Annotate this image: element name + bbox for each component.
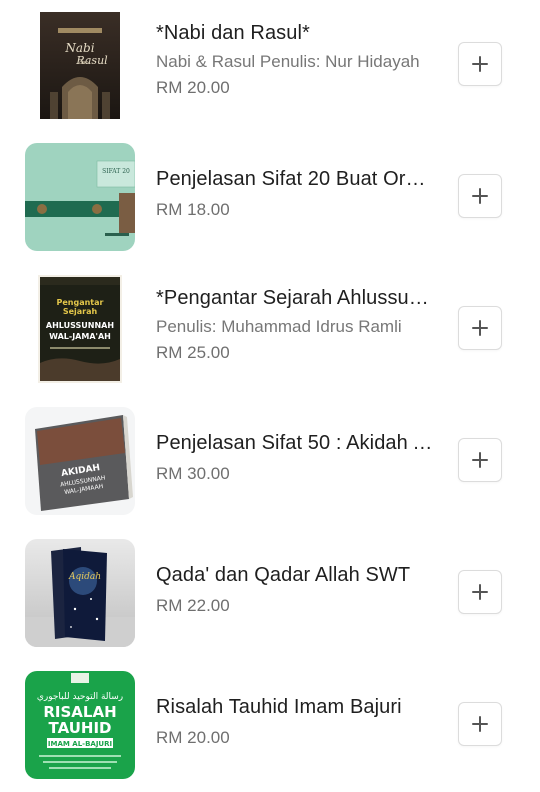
plus-icon bbox=[472, 56, 488, 72]
svg-text:WAL-JAMA'AH: WAL-JAMA'AH bbox=[49, 332, 111, 341]
add-to-cart-button[interactable] bbox=[458, 174, 502, 218]
product-info: Penjelasan Sifat 20 Buat Orang Awam RM 1… bbox=[156, 167, 436, 221]
product-price: RM 18.00 bbox=[156, 200, 230, 219]
product-thumbnail[interactable]: Pengantar Sejarah AHLUSSUNNAH WAL-JAMA'A… bbox=[38, 275, 122, 383]
product-thumbnail[interactable]: SIFAT 20 bbox=[25, 143, 135, 251]
svg-text:Rasul: Rasul bbox=[75, 54, 108, 67]
product-price: RM 25.00 bbox=[156, 343, 230, 362]
product-subtitle: Nabi & Rasul Penulis: Nur Hidayah bbox=[156, 52, 420, 71]
add-to-cart-button[interactable] bbox=[458, 42, 502, 86]
book-cover-qada-dan-qadar: Aqidah bbox=[25, 539, 135, 647]
book-cover-risalah-tauhid: رسالة التوحيد للباجوري RISALAH TAUHID IM… bbox=[25, 671, 135, 779]
book-cover-nabi-dan-rasul: Nabi dan Rasul bbox=[40, 12, 120, 119]
add-to-cart-button[interactable] bbox=[458, 306, 502, 350]
svg-text:Pengantar: Pengantar bbox=[57, 298, 104, 307]
product-title[interactable]: Penjelasan Sifat 20 Buat Orang Awam bbox=[156, 167, 436, 191]
svg-text:رسالة التوحيد للباجوري: رسالة التوحيد للباجوري bbox=[37, 692, 123, 702]
product-price: RM 20.00 bbox=[156, 728, 230, 747]
add-to-cart-button[interactable] bbox=[458, 702, 502, 746]
svg-text:Nabi: Nabi bbox=[64, 41, 94, 55]
svg-text:TAUHID: TAUHID bbox=[49, 719, 112, 737]
product-info: *Nabi dan Rasul* Nabi & Rasul Penulis: N… bbox=[156, 21, 436, 99]
plus-icon bbox=[472, 188, 488, 204]
add-to-cart-button[interactable] bbox=[458, 438, 502, 482]
product-price: RM 20.00 bbox=[156, 78, 230, 97]
product-title[interactable]: Risalah Tauhid Imam Bajuri bbox=[156, 695, 436, 719]
product-title[interactable]: Qada' dan Qadar Allah SWT bbox=[156, 563, 436, 587]
product-price: RM 30.00 bbox=[156, 464, 230, 483]
plus-icon bbox=[472, 716, 488, 732]
plus-icon bbox=[472, 320, 488, 336]
product-price: RM 22.00 bbox=[156, 596, 230, 615]
svg-text:SIFAT 20: SIFAT 20 bbox=[102, 168, 130, 175]
book-cover-akidah-sifat-50: AKIDAH AHLUSSUNNAH WAL-JAMAAH bbox=[25, 407, 135, 515]
svg-text:IMAM AL-BAJURI: IMAM AL-BAJURI bbox=[48, 740, 112, 748]
product-thumbnail[interactable]: AKIDAH AHLUSSUNNAH WAL-JAMAAH bbox=[25, 407, 135, 515]
svg-text:Sejarah: Sejarah bbox=[63, 307, 98, 316]
product-title[interactable]: *Pengantar Sejarah Ahlussunnah Wal-Jama'… bbox=[156, 286, 436, 310]
product-info: *Pengantar Sejarah Ahlussunnah Wal-Jama'… bbox=[156, 286, 436, 364]
product-thumbnail[interactable]: Aqidah bbox=[25, 539, 135, 647]
plus-icon bbox=[472, 452, 488, 468]
product-list: Nabi dan Rasul *Nabi dan Rasul* Nabi & R… bbox=[0, 0, 540, 792]
product-title[interactable]: *Nabi dan Rasul* bbox=[156, 21, 436, 45]
book-cover-penjelasan-sifat-20: SIFAT 20 bbox=[25, 143, 135, 251]
product-info: Penjelasan Sifat 50 : Akidah Ahlussunnah… bbox=[156, 431, 436, 485]
svg-text:AHLUSSUNNAH: AHLUSSUNNAH bbox=[46, 321, 114, 330]
add-to-cart-button[interactable] bbox=[458, 570, 502, 614]
book-cover-pengantar-sejarah: Pengantar Sejarah AHLUSSUNNAH WAL-JAMA'A… bbox=[38, 275, 122, 383]
product-thumbnail[interactable]: رسالة التوحيد للباجوري RISALAH TAUHID IM… bbox=[25, 671, 135, 779]
product-subtitle: Penulis: Muhammad Idrus Ramli bbox=[156, 317, 402, 336]
product-thumbnail[interactable]: Nabi dan Rasul bbox=[40, 12, 120, 119]
product-info: Risalah Tauhid Imam Bajuri RM 20.00 bbox=[156, 695, 436, 749]
product-info: Qada' dan Qadar Allah SWT RM 22.00 bbox=[156, 563, 436, 617]
plus-icon bbox=[472, 584, 488, 600]
svg-text:Aqidah: Aqidah bbox=[68, 572, 101, 582]
product-title[interactable]: Penjelasan Sifat 50 : Akidah Ahlussunnah… bbox=[156, 431, 436, 455]
